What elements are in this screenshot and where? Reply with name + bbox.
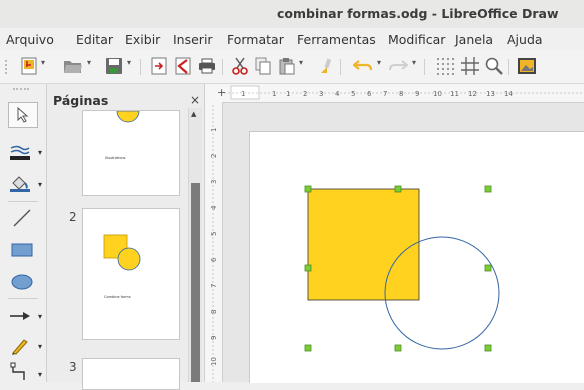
menu-arquivo[interactable]: Arquivo [6, 32, 54, 47]
grid-icon[interactable] [435, 56, 455, 76]
toolbar-grip[interactable] [5, 60, 10, 74]
image-icon[interactable] [516, 56, 538, 76]
menu-editar[interactable]: Editar [76, 32, 113, 47]
window-title: combinar formas.odg - LibreOffice Draw [277, 6, 559, 21]
connector-tool-icon[interactable] [6, 360, 34, 384]
save-icon[interactable] [104, 56, 124, 76]
standard-toolbar: ▾ ▾ ▾ ▾ ▾ ▾ [0, 50, 584, 84]
new-document-icon[interactable] [20, 56, 38, 76]
chevron-down-icon[interactable]: ▾ [412, 58, 416, 67]
selection-handle[interactable] [304, 264, 312, 272]
selection-handle[interactable] [484, 344, 492, 352]
menu-exibir[interactable]: Exibir [125, 32, 160, 47]
close-icon[interactable]: × [190, 93, 200, 107]
drawing-canvas [304, 185, 500, 352]
drawing-workspace: 1 1 1 2 3 4 5 6 7 8 9 10 11 12 13 14 + 1 2 3 4 5 6 7 8 9 10 [205, 84, 584, 383]
select-tool-icon[interactable] [8, 102, 38, 128]
chevron-down-icon[interactable]: ▾ [38, 312, 42, 321]
selection-handle[interactable] [484, 264, 492, 272]
page-number: 3 [69, 360, 77, 374]
fill-color-icon[interactable] [6, 172, 34, 196]
chevron-down-icon[interactable]: ▾ [38, 180, 42, 189]
chevron-down-icon[interactable]: ▾ [38, 370, 42, 379]
scrollbar-thumb[interactable] [191, 183, 200, 382]
chevron-down-icon[interactable]: ▾ [87, 58, 91, 67]
selection-handle[interactable] [394, 185, 402, 193]
selection-handle[interactable] [484, 185, 492, 193]
open-icon[interactable] [62, 56, 84, 76]
chevron-down-icon[interactable]: ▾ [377, 58, 381, 67]
menu-modificar[interactable]: Modificar [388, 32, 445, 47]
menu-formatar[interactable]: Formatar [227, 32, 284, 47]
chevron-down-icon[interactable]: ▾ [127, 58, 131, 67]
print-icon[interactable] [197, 56, 217, 76]
menu-bar: Arquivo Editar Exibir Inserir Formatar F… [0, 28, 584, 50]
rectangle-tool-icon[interactable] [8, 238, 36, 262]
chevron-down-icon[interactable]: ▾ [299, 58, 303, 67]
export-icon[interactable] [149, 56, 169, 76]
chevron-down-icon[interactable]: ▾ [38, 148, 42, 157]
redo-icon[interactable] [387, 56, 409, 76]
page-thumbnail-3[interactable] [82, 358, 180, 390]
paste-icon[interactable] [277, 56, 297, 76]
line-tool-icon[interactable] [8, 206, 36, 230]
page-thumbnail-2[interactable]: Combine forms [82, 208, 180, 340]
undo-icon[interactable] [352, 56, 374, 76]
pages-panel-title: Páginas [53, 93, 109, 108]
menu-ajuda[interactable]: Ajuda [507, 32, 543, 47]
selection-handle[interactable] [304, 185, 312, 193]
clone-formatting-icon[interactable] [316, 56, 336, 76]
cut-icon[interactable] [230, 56, 250, 76]
menu-janela[interactable]: Janela [455, 32, 493, 47]
curve-tool-icon[interactable] [6, 334, 34, 358]
arrow-line-icon[interactable] [6, 304, 34, 328]
scroll-up-icon[interactable]: ▲ [191, 110, 196, 118]
page-number: 2 [69, 210, 77, 224]
title-bar: combinar formas.odg - LibreOffice Draw [0, 0, 584, 29]
thumbnail-shapes [116, 111, 140, 123]
selection-handle[interactable] [394, 344, 402, 352]
chevron-down-icon[interactable]: ▾ [38, 342, 42, 351]
drawing-toolbar: ▾ ▾ ▾ ▾ ▾ [0, 84, 47, 382]
export-pdf-icon[interactable] [173, 56, 193, 76]
ellipse-tool-icon[interactable] [8, 270, 36, 294]
copy-icon[interactable] [253, 56, 273, 76]
zoom-icon[interactable] [484, 56, 504, 76]
menu-ferramentas[interactable]: Ferramentas [297, 32, 376, 47]
menu-inserir[interactable]: Inserir [173, 32, 213, 47]
pages-panel: Páginas × Illustrations 2 Combine forms … [47, 84, 205, 390]
thumbnail-shapes [103, 234, 141, 271]
chevron-down-icon[interactable]: ▾ [41, 58, 45, 67]
page-thumbnail-1[interactable]: Illustrations [82, 110, 180, 196]
yellow-square-shape[interactable] [307, 188, 420, 301]
pages-scrollbar[interactable]: ▲ [188, 108, 202, 382]
thumbnail-caption: Combine forms [104, 295, 131, 299]
line-color-icon[interactable] [6, 140, 34, 164]
selection-handle[interactable] [304, 344, 312, 352]
helplines-icon[interactable] [460, 56, 480, 76]
thumbnail-caption: Illustrations [105, 156, 126, 160]
